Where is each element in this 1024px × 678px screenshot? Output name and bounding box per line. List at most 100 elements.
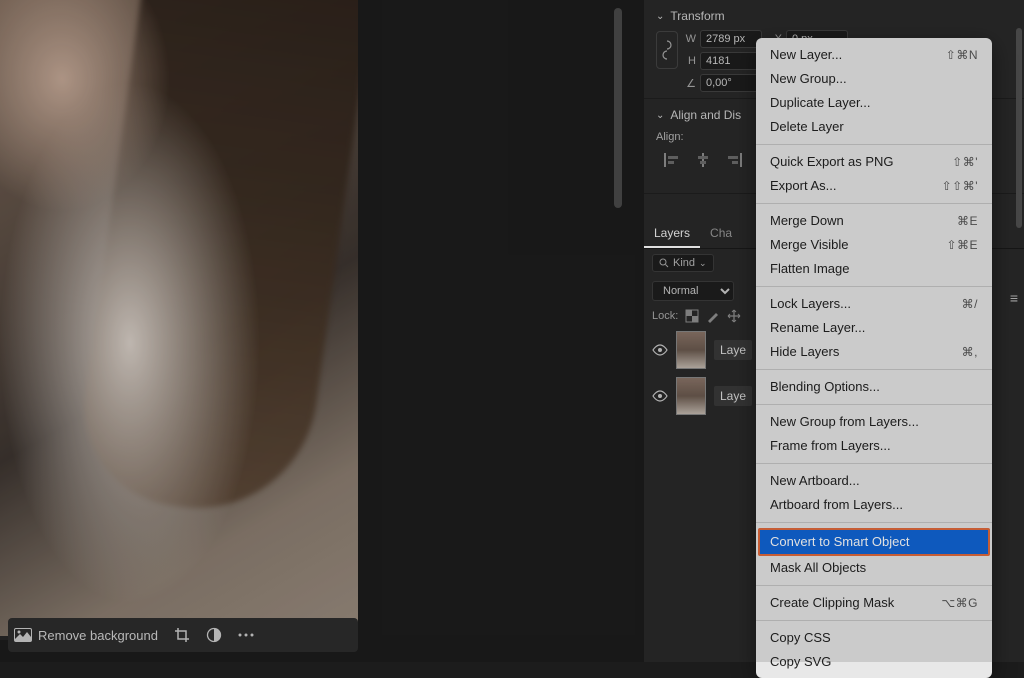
menu-item-label: Merge Visible (770, 236, 849, 254)
transform-title: Transform (670, 9, 724, 23)
search-icon (659, 258, 669, 268)
menu-item-copy-svg[interactable]: Copy SVG (756, 650, 992, 674)
workspace-area[interactable] (358, 0, 638, 662)
menu-item-rename-layer[interactable]: Rename Layer... (756, 316, 992, 340)
visibility-eye-icon[interactable] (652, 344, 668, 356)
menu-item-label: New Layer... (770, 46, 842, 64)
menu-separator (756, 404, 992, 405)
layer-name-label: Laye (714, 340, 752, 360)
lock-brush-icon[interactable] (706, 309, 720, 323)
remove-background-label: Remove background (38, 628, 158, 643)
angle-input[interactable] (700, 74, 762, 92)
layer-thumbnail (676, 331, 706, 369)
chevron-down-icon: ⌄ (699, 258, 707, 269)
layer-context-menu[interactable]: New Layer... ⇧⌘N New Group... Duplicate Lay… (756, 38, 992, 678)
menu-item-label: Duplicate Layer... (770, 94, 870, 112)
menu-item-label: Rename Layer... (770, 319, 865, 337)
menu-item-label: Blending Options... (770, 378, 880, 396)
height-input[interactable] (700, 52, 762, 70)
menu-item-label: Mask All Objects (770, 559, 866, 577)
remove-background-button[interactable]: Remove background (14, 628, 158, 643)
menu-item-create-clipping-mask[interactable]: Create Clipping Mask ⌥⌘G (756, 591, 992, 615)
menu-item-blending-options[interactable]: Blending Options... (756, 375, 992, 399)
menu-item-label: Hide Layers (770, 343, 839, 361)
layer-name-label: Laye (714, 386, 752, 406)
more-icon[interactable] (238, 633, 254, 637)
menu-item-label: New Group from Layers... (770, 413, 919, 431)
menu-item-convert-to-smart-object[interactable]: Convert to Smart Object (758, 528, 990, 556)
menu-item-merge-down[interactable]: Merge Down ⌘E (756, 209, 992, 233)
chevron-down-icon: ⌄ (656, 11, 664, 22)
menu-separator (756, 286, 992, 287)
menu-shortcut: ⌘E (957, 212, 978, 230)
menu-item-frame-from-layers[interactable]: Frame from Layers... (756, 434, 992, 458)
lock-label: Lock: (652, 310, 678, 322)
angle-label: ∠ (682, 77, 696, 90)
menu-item-label: New Group... (770, 70, 847, 88)
scrollbar-vertical[interactable] (614, 8, 622, 208)
menu-item-label: New Artboard... (770, 472, 860, 490)
menu-shortcut: ⌘/ (962, 295, 978, 313)
menu-shortcut: ⌥⌘G (941, 594, 978, 612)
menu-shortcut: ⇧⌘E (946, 236, 978, 254)
align-center-h-icon[interactable] (694, 153, 714, 169)
menu-item-label: Merge Down (770, 212, 844, 230)
width-input[interactable] (700, 30, 762, 48)
canvas-area[interactable] (0, 0, 358, 640)
align-label: Align: (656, 131, 684, 143)
chevron-down-icon: ⌄ (656, 110, 664, 121)
menu-item-label: Export As... (770, 177, 836, 195)
menu-shortcut: ⇧⇧⌘' (942, 177, 978, 195)
menu-item-new-artboard[interactable]: New Artboard... (756, 469, 992, 493)
menu-item-flatten-image[interactable]: Flatten Image (756, 257, 992, 281)
menu-shortcut: ⇧⌘N (946, 46, 978, 64)
menu-item-new-group[interactable]: New Group... (756, 67, 992, 91)
width-label: W (682, 33, 696, 45)
menu-item-quick-export-as-png[interactable]: Quick Export as PNG⇧⌘' (756, 150, 992, 174)
menu-item-label: Create Clipping Mask (770, 594, 894, 612)
menu-item-new-group-from-layers[interactable]: New Group from Layers... (756, 410, 992, 434)
menu-separator (756, 620, 992, 621)
menu-item-artboard-from-layers[interactable]: Artboard from Layers... (756, 493, 992, 517)
menu-item-label: Artboard from Layers... (770, 496, 903, 514)
tab-channels[interactable]: Cha (700, 220, 742, 248)
lock-pixels-icon[interactable] (685, 309, 699, 323)
kind-label: Kind (673, 257, 695, 269)
tab-layers[interactable]: Layers (644, 220, 700, 248)
panel-scrollbar[interactable] (1016, 28, 1022, 228)
menu-item-hide-layers[interactable]: Hide Layers⌘, (756, 340, 992, 364)
menu-item-new-layer[interactable]: New Layer... ⇧⌘N (756, 43, 992, 67)
align-title: Align and Dis (670, 108, 741, 122)
menu-item-label: Lock Layers... (770, 295, 851, 313)
blend-mode-select[interactable]: Normal (652, 281, 734, 301)
menu-item-duplicate-layer[interactable]: Duplicate Layer... (756, 91, 992, 115)
menu-separator (756, 203, 992, 204)
menu-separator (756, 144, 992, 145)
transform-header[interactable]: ⌄ Transform (656, 6, 1012, 26)
panel-menu-icon[interactable]: ≡ (1010, 290, 1018, 306)
menu-shortcut: ⇧⌘' (952, 153, 978, 171)
menu-separator (756, 522, 992, 523)
link-dimensions-icon[interactable] (656, 31, 678, 69)
menu-separator (756, 463, 992, 464)
menu-separator (756, 585, 992, 586)
bottom-toolbar: Remove background (8, 618, 358, 652)
align-left-icon[interactable] (664, 153, 684, 169)
menu-item-export-as[interactable]: Export As... ⇧⇧⌘' (756, 174, 992, 198)
layer-filter-kind[interactable]: Kind ⌄ (652, 254, 714, 272)
menu-item-merge-visible[interactable]: Merge Visible ⇧⌘E (756, 233, 992, 257)
align-right-icon[interactable] (724, 153, 744, 169)
menu-item-delete-layer[interactable]: Delete Layer (756, 115, 992, 139)
menu-item-copy-css[interactable]: Copy CSS (756, 626, 992, 650)
menu-separator (756, 369, 992, 370)
lock-position-icon[interactable] (727, 309, 741, 323)
menu-item-mask-all-objects[interactable]: Mask All Objects (756, 556, 992, 580)
image-remove-icon (14, 628, 32, 642)
adjustment-icon[interactable] (206, 627, 222, 643)
photo-preview (0, 0, 358, 636)
layer-thumbnail (676, 377, 706, 415)
menu-item-lock-layers[interactable]: Lock Layers... ⌘/ (756, 292, 992, 316)
visibility-eye-icon[interactable] (652, 390, 668, 402)
crop-icon[interactable] (174, 627, 190, 643)
height-label: H (682, 55, 696, 67)
